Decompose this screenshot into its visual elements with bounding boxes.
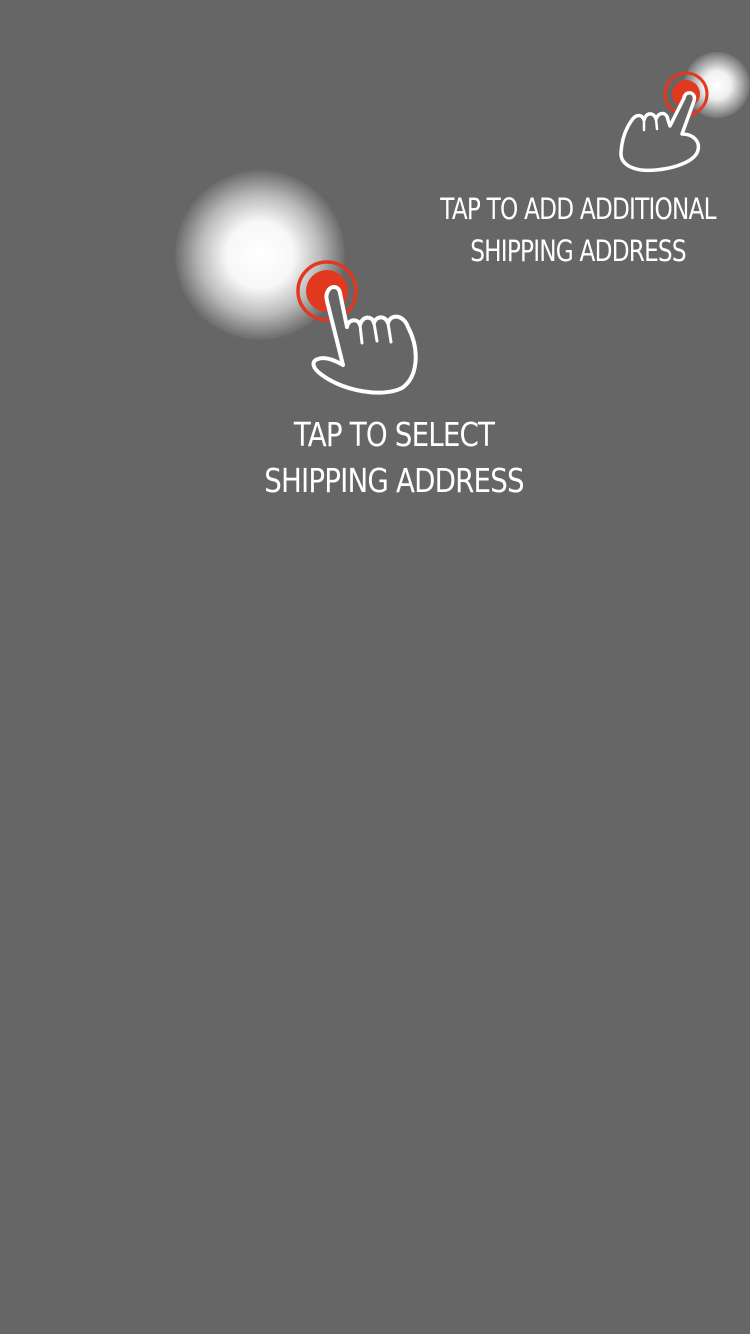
hint-line: SHIPPING ADDRESS xyxy=(470,234,686,268)
hint-line: TAP TO ADD ADDITIONAL xyxy=(440,192,716,226)
hint-add-address-text: TAP TO ADD ADDITIONAL SHIPPING ADDRESS xyxy=(434,188,722,272)
tutorial-overlay[interactable]: TAP TO ADD ADDITIONAL SHIPPING ADDRESS T… xyxy=(0,0,750,1334)
tap-hand-icon xyxy=(296,260,418,395)
tap-hand-icon xyxy=(619,71,709,173)
hint-select-address-text: TAP TO SELECT SHIPPING ADDRESS xyxy=(244,412,543,504)
hint-line: SHIPPING ADDRESS xyxy=(264,461,524,500)
hint-line: TAP TO SELECT xyxy=(293,415,495,454)
